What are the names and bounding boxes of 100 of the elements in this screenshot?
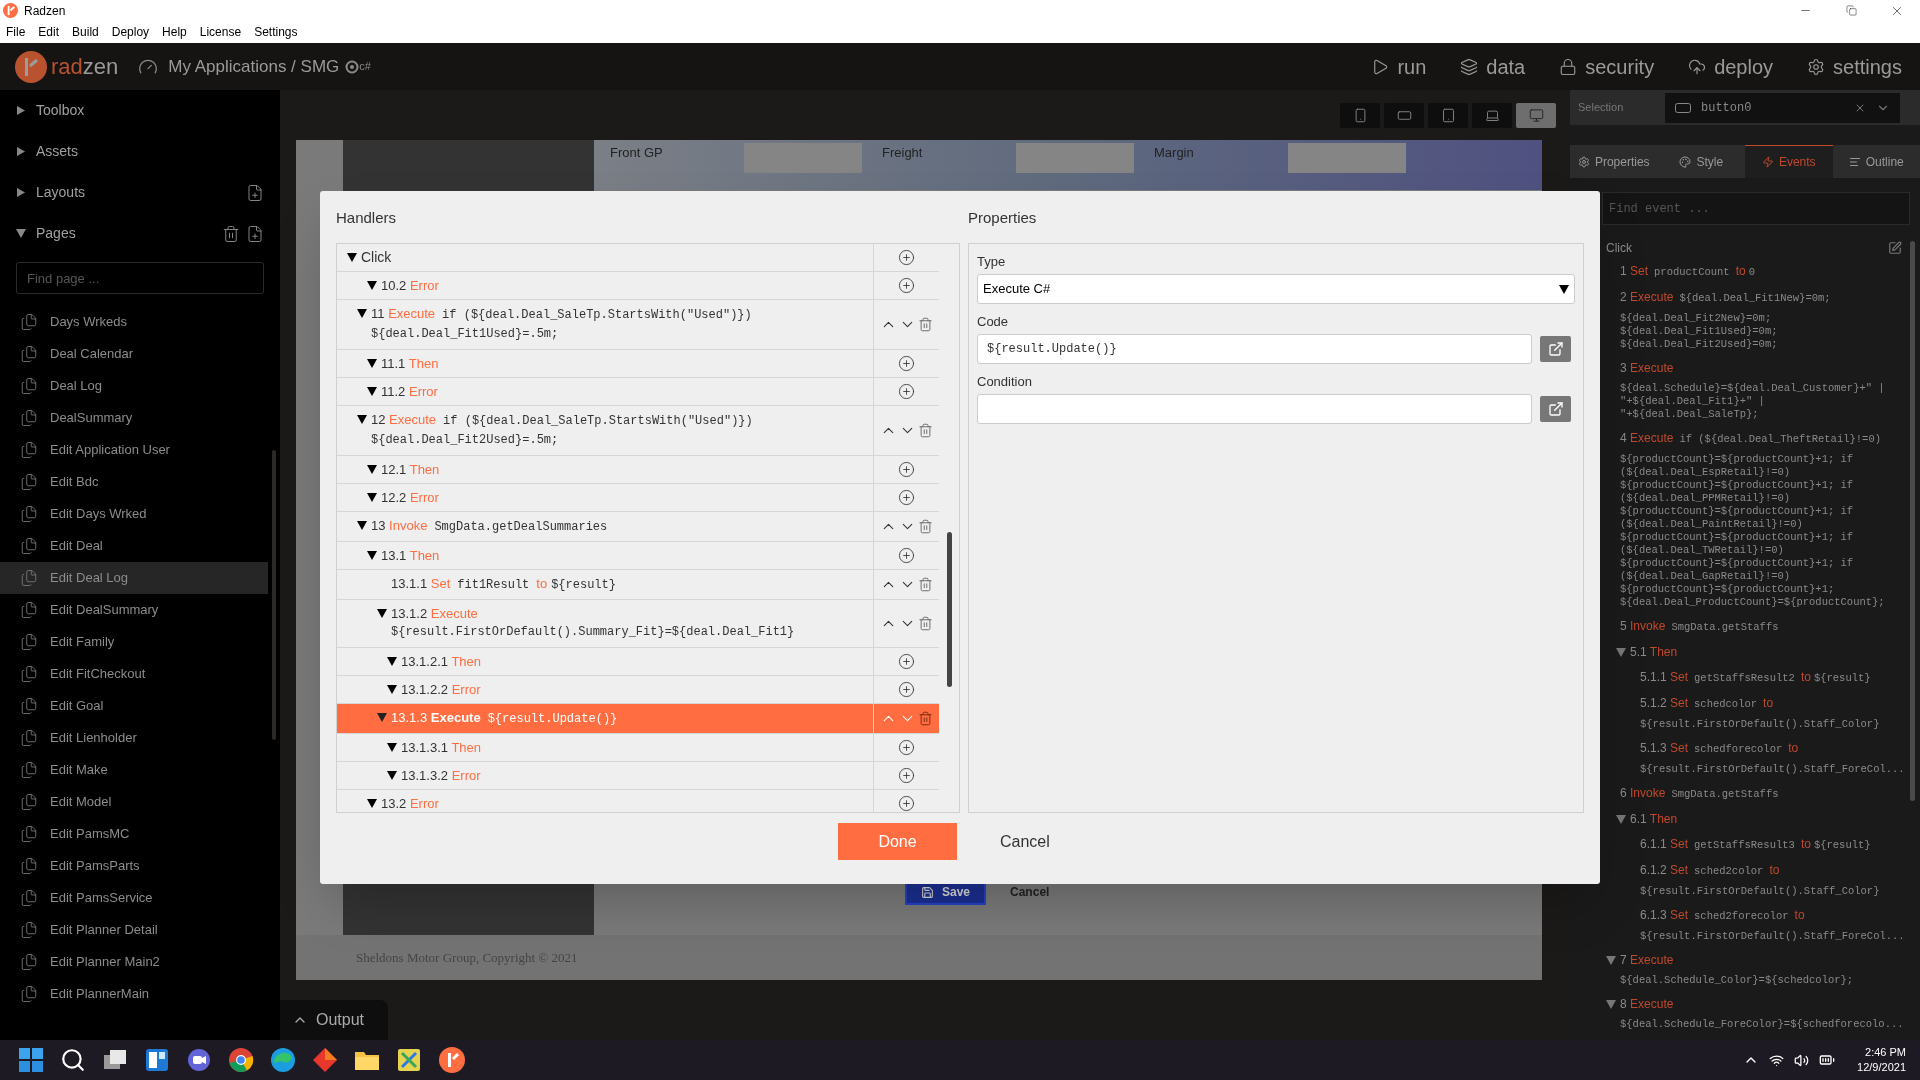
- event-step-text[interactable]: 5.1.1 Set getStaffsResult2 to ${result}: [1640, 670, 1871, 686]
- add-button[interactable]: [898, 277, 915, 294]
- page-item[interactable]: Edit Planner Detail: [0, 914, 268, 946]
- section-header[interactable]: Layouts: [16, 182, 86, 203]
- handler-row[interactable]: 13.1 Then: [337, 542, 939, 570]
- page-item[interactable]: Edit Planner Main2: [0, 946, 268, 978]
- diamond-app-icon[interactable]: [312, 1047, 338, 1073]
- wifi-icon[interactable]: [1769, 1052, 1785, 1068]
- section-header[interactable]: Toolbox: [16, 100, 85, 121]
- search-icon[interactable]: [60, 1047, 86, 1073]
- add-button[interactable]: [898, 461, 915, 478]
- event-step-text[interactable]: 8 Execute: [1620, 997, 1904, 1012]
- device-preview-button[interactable]: [1340, 102, 1380, 128]
- device-preview-button[interactable]: [1384, 102, 1424, 128]
- handler-row[interactable]: 13.1.3.1 Then: [337, 734, 939, 762]
- nav-link[interactable]: deploy: [1688, 51, 1774, 82]
- expanded-triangle-icon[interactable]: [367, 387, 377, 396]
- event-step-text[interactable]: 6.1.3 Set sched2forecolor to: [1640, 908, 1905, 924]
- selection-dropdown[interactable]: button0: [1665, 92, 1900, 123]
- expanded-triangle-icon[interactable]: [377, 609, 387, 618]
- collapsed-triangle-icon[interactable]: [16, 188, 26, 197]
- expanded-triangle-icon[interactable]: [377, 713, 387, 722]
- expanded-triangle-icon[interactable]: [16, 229, 26, 238]
- page-item[interactable]: Deal Calendar: [0, 338, 268, 370]
- add-button[interactable]: [898, 795, 915, 812]
- page-item[interactable]: Edit PamsService: [0, 882, 268, 914]
- page-item[interactable]: Edit Application User: [0, 434, 268, 466]
- chat-icon[interactable]: [186, 1047, 212, 1073]
- page-item[interactable]: Edit Lienholder: [0, 722, 268, 754]
- handler-row[interactable]: 11 Execute if (${deal.Deal_SaleTp.StartsWith("Used")}) ${deal.Deal_Fit1Used}=.5m;: [337, 300, 939, 350]
- page-item[interactable]: Edit Goal: [0, 690, 268, 722]
- event-step-text[interactable]: 7 Execute: [1620, 953, 1854, 968]
- event-step-text[interactable]: 6.1.1 Set getStaffsResult3 to ${result}: [1640, 837, 1871, 853]
- handler-row[interactable]: 13 Invoke SmgData.getDealSummaries: [337, 512, 939, 542]
- expanded-triangle-icon[interactable]: [367, 493, 377, 502]
- page-item[interactable]: Edit FitCheckout: [0, 658, 268, 690]
- add-page-button[interactable]: [246, 224, 264, 243]
- handler-row[interactable]: 12 Execute if (${deal.Deal_SaleTp.StartsWith("Used")}) ${deal.Deal_Fit2Used}=.5m;: [337, 406, 939, 456]
- nav-link[interactable]: settings: [1807, 51, 1902, 82]
- handler-row[interactable]: 10.2 Error: [337, 272, 939, 300]
- radzen-app-icon[interactable]: [438, 1046, 466, 1074]
- clock-date[interactable]: 12/9/2021: [1857, 1060, 1906, 1075]
- add-button[interactable]: [898, 739, 915, 756]
- tool-app-icon[interactable]: [396, 1047, 422, 1073]
- nav-link[interactable]: data: [1460, 51, 1526, 82]
- output-tab[interactable]: Output: [280, 1000, 388, 1040]
- event-step-text[interactable]: 6.1.2 Set sched2color to: [1640, 863, 1880, 879]
- open-editor-button[interactable]: [1540, 396, 1571, 422]
- handler-row[interactable]: 13.1.2 Execute ${result.FirstOrDefault().Summary_Fit}=${deal.Deal_Fit1}: [337, 600, 939, 648]
- scrollbar-thumb[interactable]: [1910, 241, 1915, 801]
- event-step-text[interactable]: 5.1.3 Set schedforecolor to: [1640, 741, 1905, 757]
- page-item[interactable]: Days Wrkeds: [0, 306, 268, 338]
- expanded-triangle-icon[interactable]: [357, 521, 367, 530]
- handler-row[interactable]: Click: [337, 244, 939, 272]
- collapsed-triangle-icon[interactable]: [16, 106, 26, 115]
- cancel-button[interactable]: Cancel: [990, 823, 1060, 860]
- page-item[interactable]: Edit Model: [0, 786, 268, 818]
- event-step-text[interactable]: 5.1 Then: [1630, 645, 1678, 660]
- menu-item[interactable]: Deploy: [111, 23, 150, 41]
- menu-item[interactable]: Help: [162, 23, 187, 41]
- add-button[interactable]: [898, 767, 915, 784]
- event-step-text[interactable]: 2 Execute ${deal.Deal_Fit1New}=0m;: [1620, 290, 1831, 306]
- expanded-triangle-icon[interactable]: [367, 281, 377, 290]
- page-item[interactable]: Edit PlannerMain: [0, 978, 268, 1010]
- add-button[interactable]: [898, 383, 915, 400]
- expanded-triangle-icon[interactable]: [387, 743, 397, 752]
- expanded-triangle-icon[interactable]: [357, 309, 367, 318]
- handler-row[interactable]: 11.2 Error: [337, 378, 939, 406]
- handler-row[interactable]: 11.1 Then: [337, 350, 939, 378]
- handler-row[interactable]: 13.1.1 Set fit1Result to ${result}: [337, 570, 939, 600]
- page-item[interactable]: Edit PamsParts: [0, 850, 268, 882]
- event-step-text[interactable]: 3 Execute: [1620, 361, 1885, 376]
- handler-row[interactable]: 12.2 Error: [337, 484, 939, 512]
- page-item[interactable]: Edit PamsMC: [0, 818, 268, 850]
- event-step-text[interactable]: 5 Invoke SmgData.getStaffs: [1620, 619, 1779, 635]
- code-field[interactable]: ${result.Update()}: [977, 334, 1532, 364]
- expanded-triangle-icon[interactable]: [1559, 284, 1569, 294]
- widgets-icon[interactable]: [144, 1047, 170, 1073]
- page-item[interactable]: Deal Log: [0, 370, 268, 402]
- add-button[interactable]: [898, 653, 915, 670]
- page-item[interactable]: Edit Family: [0, 626, 268, 658]
- event-step-text[interactable]: 5.1.2 Set schedcolor to: [1640, 696, 1880, 712]
- menu-item[interactable]: Settings: [254, 23, 298, 41]
- inspector-tab[interactable]: Properties: [1570, 145, 1658, 178]
- collapsed-triangle-icon[interactable]: [16, 147, 26, 156]
- edge-browser-icon[interactable]: [270, 1047, 296, 1073]
- expanded-triangle-icon[interactable]: [387, 771, 397, 780]
- expanded-triangle-icon[interactable]: [357, 415, 367, 424]
- page-item[interactable]: Edit Days Wrked: [0, 498, 268, 530]
- add-button[interactable]: [898, 547, 915, 564]
- page-item[interactable]: Edit Deal Log: [0, 562, 268, 594]
- event-step-text[interactable]: 4 Execute if (${deal.Deal_TheftRetail}!=0): [1620, 431, 1885, 447]
- add-button[interactable]: [898, 489, 915, 506]
- device-preview-button[interactable]: [1428, 102, 1468, 128]
- section-header[interactable]: Assets: [16, 141, 78, 162]
- start-icon[interactable]: [18, 1047, 44, 1073]
- expanded-triangle-icon[interactable]: [387, 685, 397, 694]
- type-select[interactable]: Execute C#: [977, 274, 1575, 304]
- handler-row[interactable]: 13.1.3.2 Error: [337, 762, 939, 790]
- add-button[interactable]: [898, 681, 915, 698]
